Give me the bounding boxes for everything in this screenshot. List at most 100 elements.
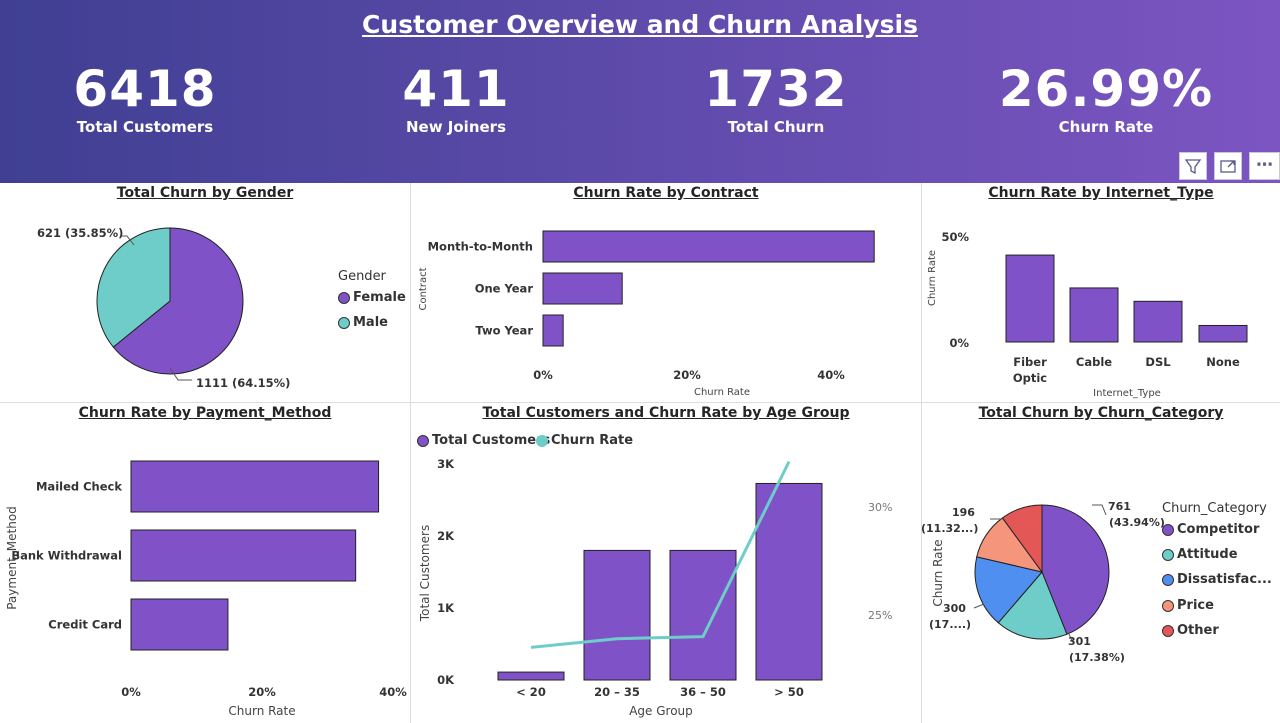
bar[interactable] [130,460,380,513]
tick-label: 40% [817,368,845,382]
legend-swatch [1162,624,1174,637]
kpi-label: Churn Rate [1058,118,1154,136]
data-label: (11.32...) [922,522,978,535]
legend-item-attitude[interactable]: Attitude [1162,547,1238,562]
tick-label: 30% [868,501,892,514]
legend-item-other[interactable]: Other [1162,623,1219,638]
legend-item-dissatisfaction[interactable]: Dissatisfac... [1162,572,1272,587]
tick-label: 25% [868,609,892,622]
payment-panel: Churn Rate by Payment_Method Mailed Chec… [0,403,410,723]
bar[interactable] [1198,324,1248,343]
contract-panel: Churn Rate by Contract Month-to-Month One… [411,183,921,402]
data-label: 300 [943,602,966,615]
bar[interactable] [130,529,357,582]
kpi-new-joiners: 411 New Joiners [336,58,576,136]
kpi-value: 6418 [73,60,217,118]
more-options-icon: ⋯ [1256,155,1273,175]
bar[interactable] [583,549,651,681]
tick-label: 0% [121,685,141,699]
tick-label: 1K [437,601,455,615]
bar[interactable] [669,549,737,681]
churn-category-pie-chart: Churn Rate 761 (43.94%) 301 (17.38%) 300… [922,500,1165,664]
legend-item-competitor[interactable]: Competitor [1162,522,1259,537]
bar[interactable] [755,482,823,681]
header-banner: Customer Overview and Churn Analysis 641… [0,0,1280,183]
data-label: 761 [1108,500,1131,513]
legend-label: Male [353,315,388,330]
bar[interactable] [1133,300,1183,343]
axis-label-y: Churn Rate [927,250,938,306]
tick-label: 36 – 50 [680,685,726,699]
axis-label-x: Internet_Type [1093,388,1161,399]
axis-label-y: Payment_Method [5,506,19,610]
legend-item-female[interactable]: Female [338,290,406,305]
tick-label: > 50 [774,685,804,699]
kpi-total-customers: 6418 Total Customers [25,58,265,136]
bar[interactable] [1005,254,1055,343]
tick-label: 20% [673,368,701,382]
kpi-churn-rate: 26.99% Churn Rate [986,58,1226,136]
kpi-value: 1732 [704,60,848,118]
tick-label: 50% [941,230,969,244]
legend-swatch [338,291,350,304]
legend-label: Competitor [1177,522,1260,537]
legend-item-price[interactable]: Price [1162,598,1214,613]
legend-item-male[interactable]: Male [338,315,388,330]
tick-label: Cable [1076,355,1112,369]
contract-bar-chart: Month-to-MonthOne YearTwo Year Contract … [418,230,875,398]
tick-label: 0% [533,368,553,382]
focus-mode-button[interactable] [1214,152,1242,180]
kpi-label: Total Churn [727,118,825,136]
data-label: 196 [952,506,975,519]
tick-label: 0% [949,336,969,350]
age-group-panel: Total Customers and Churn Rate by Age Gr… [411,403,921,723]
axis-label-x: Age Group [629,704,693,718]
bar[interactable] [497,671,565,681]
legend-title: Churn_Category [1162,501,1267,516]
axis-label-y: Contract [418,267,429,310]
tick-label: Fiber [1013,355,1047,369]
category-label: Credit Card [48,618,122,632]
tick-label: None [1206,355,1240,369]
kpi-value: 26.99% [998,60,1214,118]
tick-label: 40% [379,685,407,699]
data-label: (17....) [929,618,971,631]
tick-label: Optic [1013,371,1047,385]
data-label: (43.94%) [1109,516,1165,529]
more-options-button[interactable]: ⋯ [1249,152,1280,180]
internet-bar-chart: Cable DSL None Churn Rate 50% 0% Fiber Opt… [927,230,1248,399]
legend-swatch [338,316,350,329]
legend-swatch [1162,523,1174,536]
tick-label: 0K [437,673,455,687]
category-label: Bank Withdrawal [11,549,122,563]
legend-label: Dissatisfac... [1177,572,1272,587]
kpi-value: 411 [402,60,510,118]
filter-button[interactable] [1179,152,1207,180]
tick-label: < 20 [516,685,546,699]
focus-mode-icon [1220,160,1236,173]
gender-panel: Total Churn by Gender 621 (35.85%) 1111 … [0,183,410,402]
tick-label: 20% [248,685,276,699]
age-combo-chart: < 20 20 – 35 36 – 50 > 50 Total Customers 3… [418,457,892,718]
legend-swatch [1162,548,1174,561]
data-label: 301 [1068,635,1091,648]
bar[interactable] [1069,287,1119,343]
category-label: Two Year [475,324,533,338]
kpi-label: New Joiners [405,118,506,136]
legend-title: Gender [338,269,386,284]
category-label: Month-to-Month [428,240,533,254]
internet-panel: Churn Rate by Internet_Type Cable DSL None… [922,183,1280,402]
bar[interactable] [542,272,623,305]
tick-label: 2K [437,529,455,543]
bar[interactable] [542,230,875,263]
churn-rate-line[interactable] [530,460,791,649]
data-label: 1111 (64.15%) [196,376,290,390]
bar[interactable] [542,314,564,347]
leader-line [973,603,985,609]
legend-label: Price [1177,598,1214,613]
bar[interactable] [130,598,229,651]
legend-label: Other [1177,623,1219,638]
axis-label-y: Churn Rate [931,539,945,606]
axis-label-y: Total Customers [418,525,432,622]
category-label: One Year [475,282,534,296]
